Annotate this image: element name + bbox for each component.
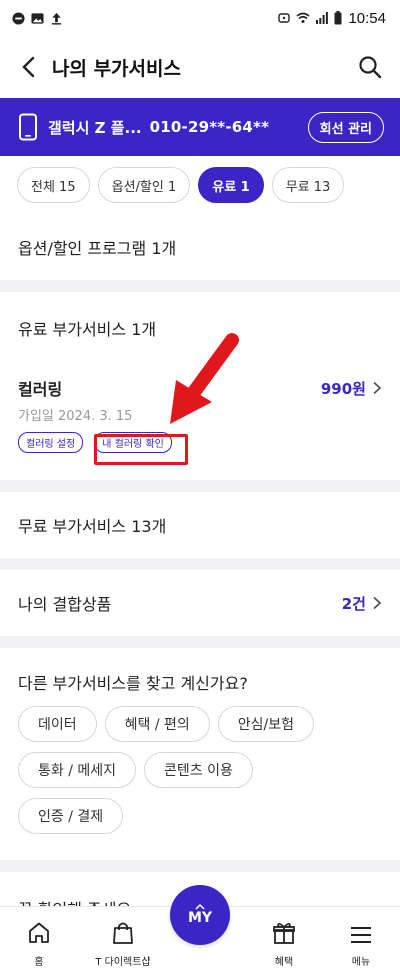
search-icon [359,56,382,79]
category-chip-benefit[interactable]: 혜택 / 편의 [104,706,210,742]
paid-item-joined: 가입일 2024. 3. 15 [18,409,133,424]
red-arrow-annotation [170,333,239,424]
paid-item-price-wrap: 990원 [321,378,382,399]
alarm-icon [278,13,291,23]
paid-section-title: 유료 부가서비스 1개 [18,320,157,339]
bundle-count: 2건 [341,594,366,613]
category-chip-safety[interactable]: 안심/보험 [217,706,315,742]
nav-menu-label: 메뉴 [351,957,371,968]
hamburger-icon [351,927,371,943]
coloring-setting-button[interactable]: 컬러링 설정 [18,432,84,453]
paid-item-name: 컬러링 [18,380,63,399]
chevron-right-icon [373,596,382,610]
back-button[interactable] [16,55,40,79]
wifi-icon [296,12,310,23]
category-chip-data[interactable]: 데이터 [18,706,97,742]
status-bar: 10:54 [0,0,400,36]
page-title: 나의 부가서비스 [52,57,181,80]
signal-icon [316,12,329,24]
free-section[interactable]: 무료 부가서비스 13개 [0,492,400,558]
category-chip-auth[interactable]: 인증 / 결제 [18,798,124,834]
divider [0,860,400,872]
line-manage-button[interactable]: 회선 관리 [307,111,384,143]
category-chip-content[interactable]: 콘텐츠 이용 [144,752,253,788]
free-section-title: 무료 부가서비스 13개 [18,517,167,536]
divider [0,280,400,292]
battery-icon [334,11,342,25]
nav-benefit[interactable]: 혜택 [249,907,319,978]
nav-menu[interactable]: 메뉴 [326,907,396,978]
find-services-section: 다른 부가서비스를 찾고 계신가요? 데이터 혜택 / 편의 안심/보험 통화 … [0,648,400,860]
my-button-label: MY [187,910,213,926]
nav-shop[interactable]: T 다이렉트샵 [81,907,165,978]
nav-shop-label: T 다이렉트샵 [95,957,151,968]
bottom-nav: 홈 T 다이렉트샵 혜택 메뉴 MY [0,885,400,978]
divider [0,636,400,648]
divider [0,480,400,492]
options-section-title: 옵션/할인 프로그램 1개 [18,239,177,258]
red-highlight-box [94,434,188,465]
home-icon [29,922,49,943]
divider [0,558,400,570]
shopping-bag-icon [113,922,133,944]
category-chips: 데이터 혜택 / 편의 안심/보험 통화 / 메세지 콘텐츠 이용 인증 / 결… [0,706,360,834]
paid-item-price: 990원 [320,379,366,398]
smartphone-icon [19,113,37,141]
filter-chip-paid[interactable]: 유료 1 [198,167,264,203]
filter-chips: 전체 15 옵션/할인 1 유료 1 무료 13 [0,156,400,214]
device-number: 010-29**-64** [149,118,270,136]
app-header: 나의 부가서비스 [0,36,400,98]
gift-icon [273,922,295,944]
status-time: 10:54 [348,9,386,27]
minus-circle-icon [12,11,25,25]
nav-home[interactable]: 홈 [4,907,74,978]
bundle-title: 나의 결합상품 [18,595,112,614]
my-button[interactable]: MY [170,885,230,945]
filter-chip-free[interactable]: 무료 13 [271,167,345,203]
find-services-title: 다른 부가서비스를 찾고 계신가요? [18,674,248,693]
filter-chip-all[interactable]: 전체 15 [17,167,90,203]
nav-benefit-label: 혜택 [274,957,294,968]
gallery-icon [31,12,44,24]
device-bar: 갤럭시 Z 플... 010-29**-64** 회선 관리 [0,98,400,156]
nav-home-label: 홈 [34,957,44,968]
device-name: 갤럭시 Z 플... [48,118,142,137]
bundle-count-wrap: 2건 [342,593,382,614]
chevron-left-icon [22,56,35,78]
options-section[interactable]: 옵션/할인 프로그램 1개 [0,214,400,280]
chevron-right-icon [373,381,382,395]
search-button[interactable] [358,55,382,79]
category-chip-call[interactable]: 통화 / 메세지 [18,752,137,788]
upload-icon [51,12,62,25]
filter-chip-options[interactable]: 옵션/할인 1 [97,167,191,203]
bundle-row: 나의 결합상품 2건 [0,591,400,615]
bundle-section[interactable]: 나의 결합상품 2건 [0,570,400,636]
